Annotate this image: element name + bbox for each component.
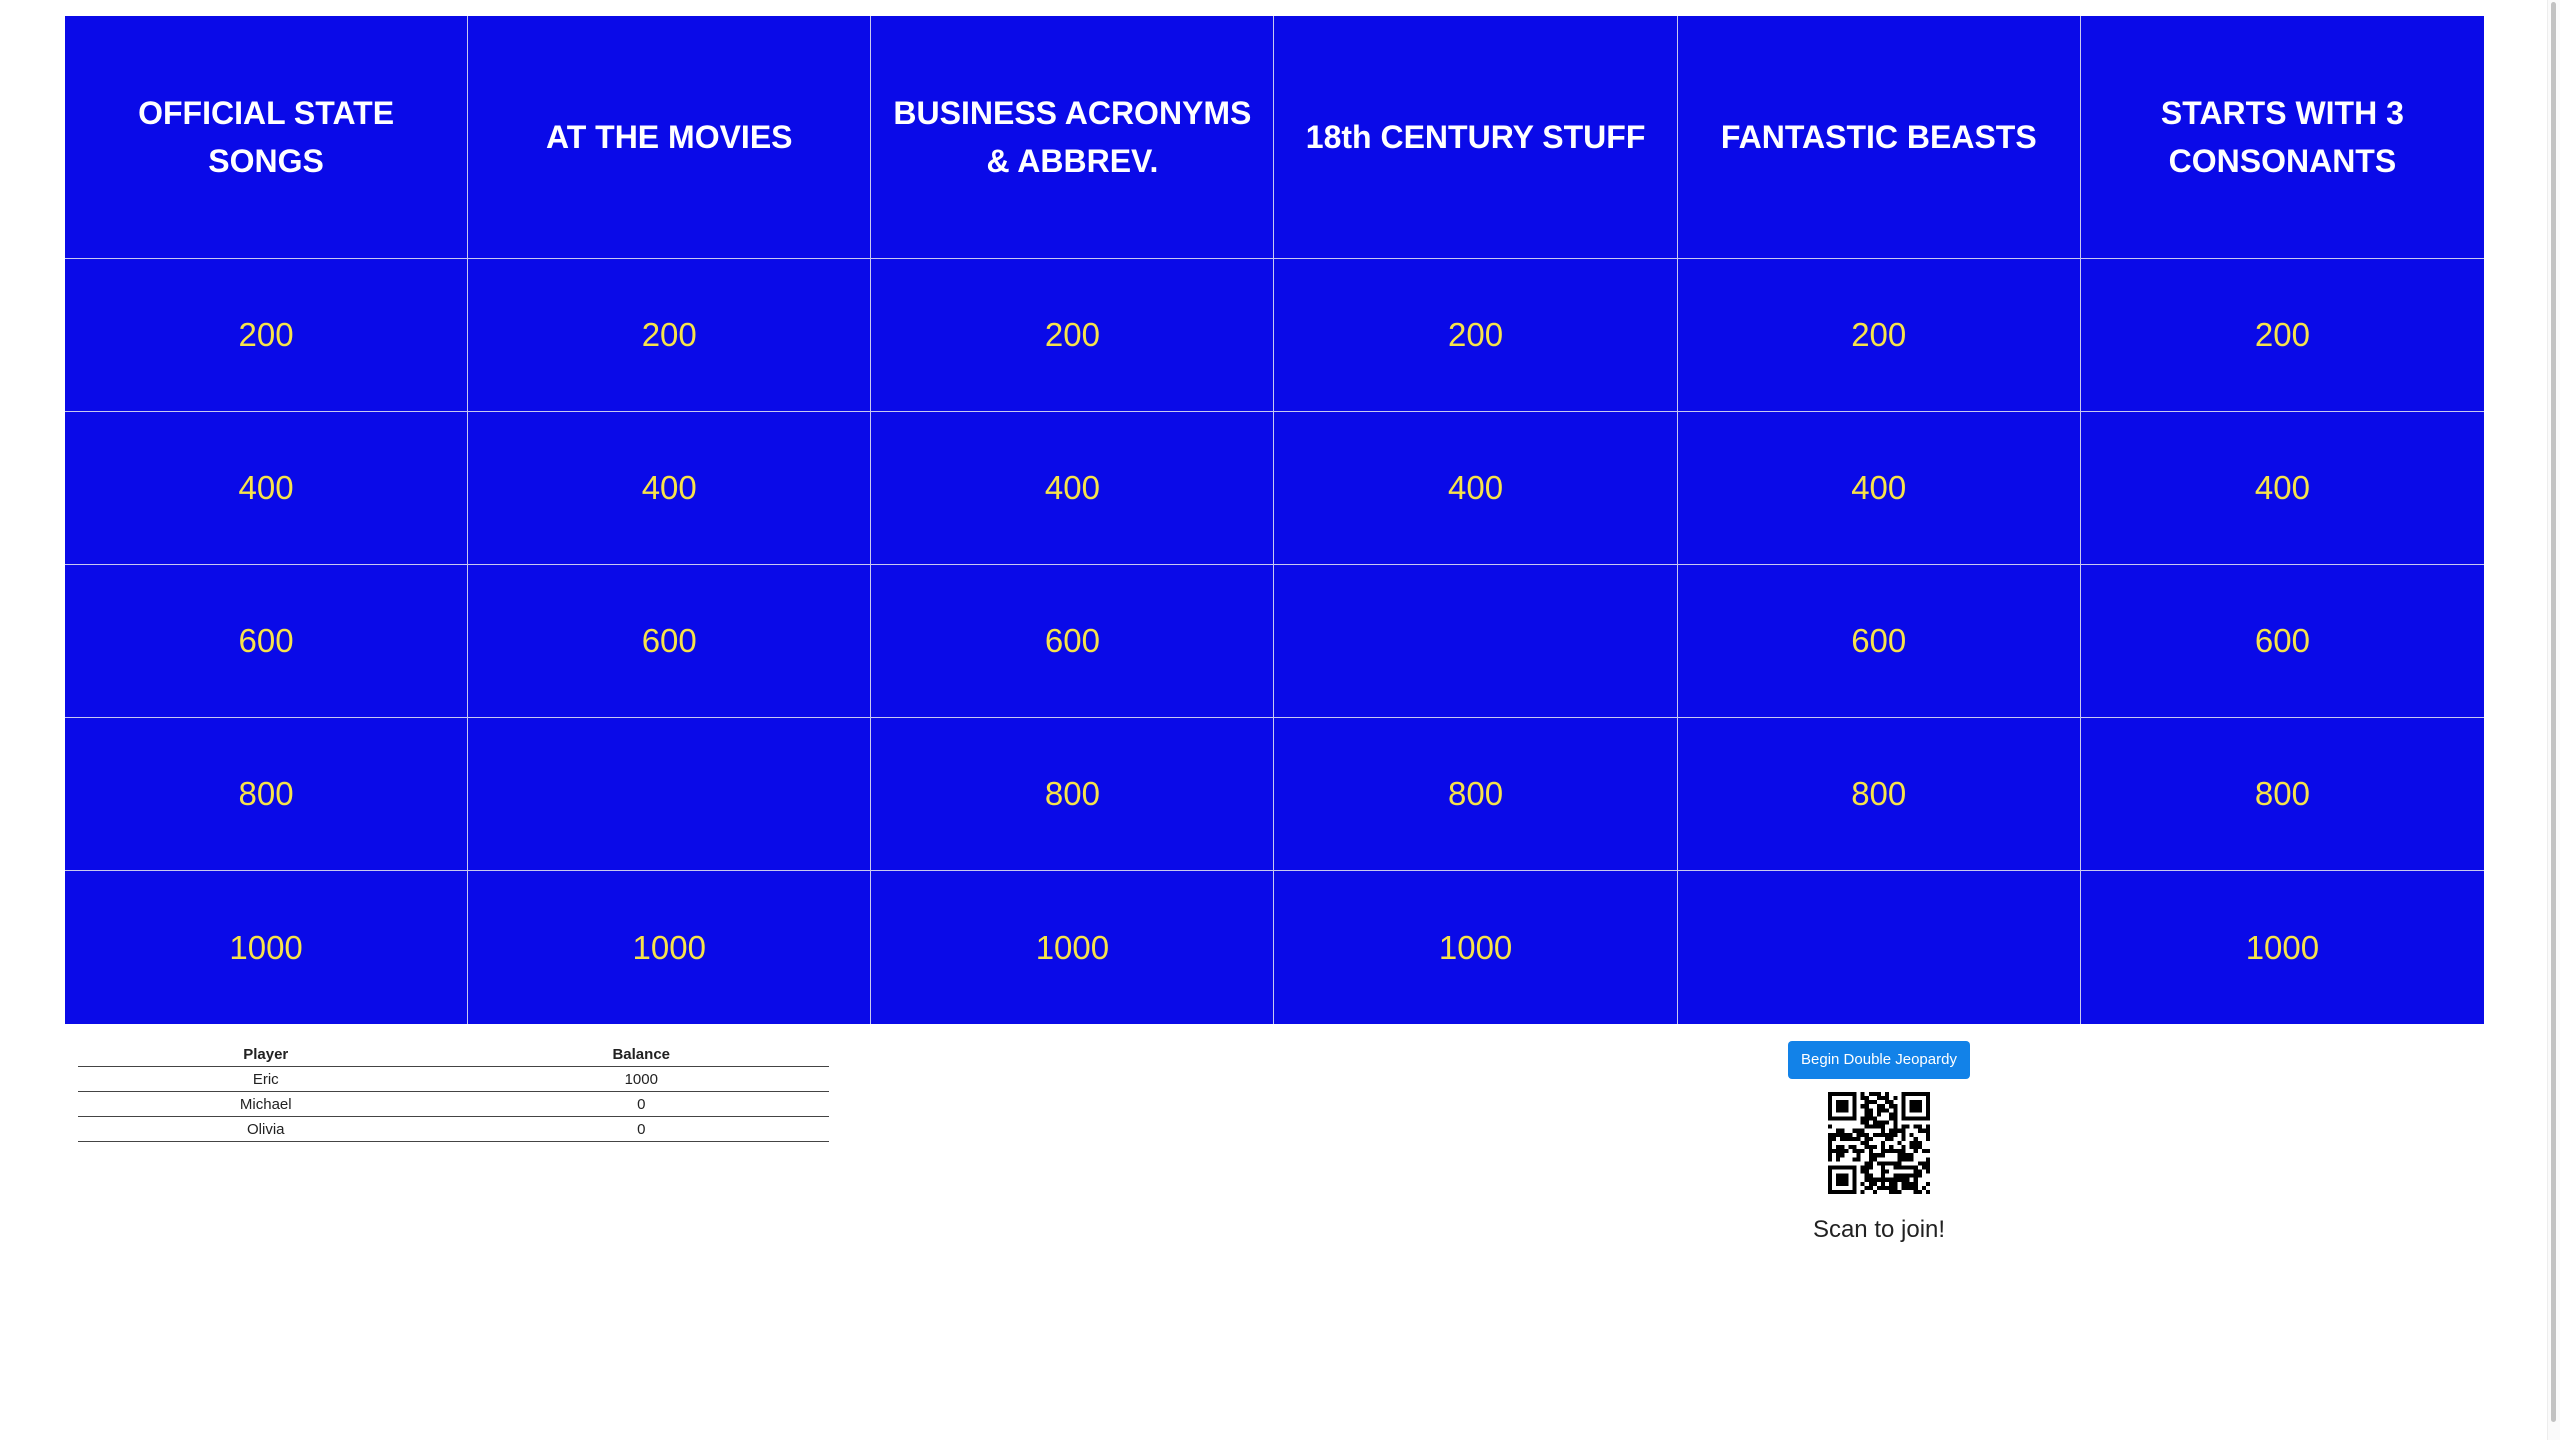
clue-tile[interactable]: 200 — [2080, 259, 2484, 412]
clue-tile[interactable]: 600 — [2080, 565, 2484, 718]
clue-tile[interactable]: 400 — [65, 412, 469, 565]
scoreboard-table: Player Balance Eric 1000 Michael 0 Olivi… — [78, 1043, 829, 1142]
clue-tile[interactable]: 600 — [468, 565, 872, 718]
player-balance: 0 — [453, 1116, 829, 1142]
clue-tile[interactable]: 600 — [65, 565, 469, 718]
category-title: STARTS WITH 3 CONSONANTS — [2160, 95, 2404, 179]
jeopardy-board: OFFICIAL STATE SONGS AT THE MOVIES BUSIN… — [65, 16, 2484, 1024]
clue-tile[interactable]: 200 — [1274, 259, 1678, 412]
clue-tile-answered — [1678, 871, 2081, 1024]
clue-tile[interactable]: 1000 — [468, 871, 872, 1024]
clue-tile[interactable]: 200 — [1677, 259, 2081, 412]
clue-tile[interactable]: 400 — [1677, 412, 2081, 565]
player-balance: 0 — [453, 1091, 829, 1117]
table-row: Michael 0 — [78, 1091, 829, 1117]
category-title: BUSINESS ACRONYMS & ABBREV. — [893, 95, 1252, 179]
clue-tile[interactable]: 800 — [1274, 718, 1678, 871]
player-name: Eric — [78, 1066, 454, 1092]
category-title: OFFICIAL STATE SONGS — [138, 95, 395, 179]
balance-column-header: Balance — [453, 1043, 829, 1067]
clue-tile-answered — [1274, 565, 1678, 718]
clue-tile[interactable]: 200 — [871, 259, 1275, 412]
clue-tile[interactable]: 800 — [1677, 718, 2081, 871]
scrollbar-thumb[interactable] — [2551, 2, 2556, 1422]
clue-tile[interactable]: 1000 — [1274, 871, 1678, 1024]
player-balance: 1000 — [453, 1066, 829, 1092]
table-row: Eric 1000 — [78, 1066, 829, 1092]
player-column-header: Player — [78, 1043, 454, 1067]
clue-tile[interactable]: 800 — [2080, 718, 2484, 871]
qr-code-icon — [1828, 1092, 1930, 1194]
clue-tile-answered — [468, 718, 872, 871]
category-title: AT THE MOVIES — [545, 119, 793, 155]
category-title: FANTASTIC BEASTS — [1720, 119, 2037, 155]
clue-tile[interactable]: 600 — [871, 565, 1275, 718]
begin-double-jeopardy-button[interactable]: Begin Double Jeopardy — [1788, 1041, 1970, 1079]
clue-tile[interactable]: 1000 — [65, 871, 469, 1024]
player-name: Michael — [78, 1091, 454, 1117]
clue-tile[interactable]: 800 — [871, 718, 1275, 871]
game-page: OFFICIAL STATE SONGS AT THE MOVIES BUSIN… — [0, 0, 2560, 1440]
category-header: OFFICIAL STATE SONGS — [65, 16, 469, 259]
clue-tile[interactable]: 1000 — [2081, 871, 2484, 1024]
clue-tile[interactable]: 600 — [1677, 565, 2081, 718]
clue-tile[interactable]: 400 — [871, 412, 1275, 565]
clue-tile[interactable]: 200 — [65, 259, 469, 412]
clue-tile[interactable]: 200 — [468, 259, 872, 412]
category-header: AT THE MOVIES — [468, 16, 872, 259]
player-name: Olivia — [78, 1116, 454, 1142]
clue-tile[interactable]: 400 — [1274, 412, 1678, 565]
clue-tile[interactable]: 400 — [468, 412, 872, 565]
category-title: 18th CENTURY STUFF — [1305, 119, 1646, 155]
category-header: FANTASTIC BEASTS — [1677, 16, 2081, 259]
scoreboard-header-row: Player Balance — [78, 1043, 829, 1067]
clue-tile[interactable]: 800 — [65, 718, 469, 871]
clue-tile[interactable]: 400 — [2080, 412, 2484, 565]
scan-to-join-text: Scan to join! — [1812, 1216, 1946, 1243]
join-panel: Begin Double Jeopardy Scan to join! — [1770, 1041, 1988, 1244]
table-row: Olivia 0 — [78, 1116, 829, 1142]
category-header: 18th CENTURY STUFF — [1274, 16, 1678, 259]
category-header: BUSINESS ACRONYMS & ABBREV. — [871, 16, 1275, 259]
category-header: STARTS WITH 3 CONSONANTS — [2080, 16, 2484, 259]
clue-tile[interactable]: 1000 — [871, 871, 1275, 1024]
vertical-scrollbar[interactable] — [2547, 0, 2560, 1440]
